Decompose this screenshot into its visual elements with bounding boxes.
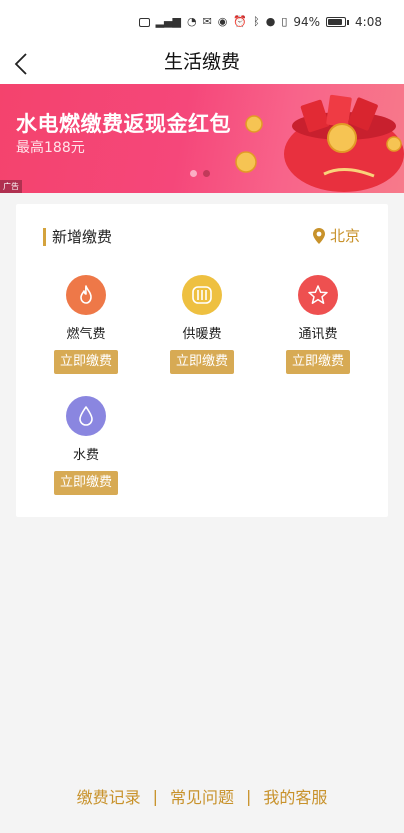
location-icon: ● [265,15,276,28]
back-button[interactable] [6,48,36,80]
location-pin-icon [312,227,325,244]
flame-icon [66,275,106,315]
pay-now-button[interactable]: 立即缴费 [286,350,350,374]
banner-pager [190,170,210,177]
bill-item-label: 燃气费 [66,327,106,342]
card-header: 新增缴费 [43,226,112,247]
radiator-icon [182,275,222,315]
mail-icon: ✉ [202,15,212,28]
water-drop-icon [66,396,106,436]
bill-item-telecom[interactable]: 通讯费 立即缴费 [273,275,363,374]
banner-subtitle: 最高188元 [16,140,85,156]
faq-link[interactable]: 常见问题 [170,784,234,808]
hd-icon [138,17,150,27]
star-icon [298,275,338,315]
bill-item-label: 水费 [72,448,99,463]
bill-item-water[interactable]: 水费 立即缴费 [41,396,131,495]
separator: | [152,786,158,806]
customer-service-link[interactable]: 我的客服 [263,784,327,808]
card-title: 新增缴费 [52,228,113,246]
alarm-icon: ⏰ [233,15,248,28]
eye-icon: ◉ [217,15,228,28]
promo-banner[interactable]: 水电燃缴费返现金红包 最高188元 广告 [0,84,404,193]
wifi-icon: ◔ [186,15,197,28]
nav-bar: 生活缴费 [0,44,404,84]
pay-now-button[interactable]: 立即缴费 [54,350,118,374]
banner-title: 水电燃缴费返现金红包 [16,112,231,136]
pager-dot[interactable] [190,170,197,177]
battery-icon [326,17,350,27]
bill-item-label: 供暖费 [182,327,222,342]
battery-percent: 94% [293,15,321,29]
pay-now-button[interactable]: 立即缴费 [170,350,234,374]
clock: 4:08 [355,15,382,29]
ad-tag: 广告 [0,180,22,193]
chevron-left-icon [14,53,27,75]
bill-item-gas[interactable]: 燃气费 立即缴费 [41,275,131,374]
footer-links: 缴费记录 | 常见问题 | 我的客服 [0,783,404,809]
city-selector[interactable]: 北京 [312,225,360,246]
accent-bar [43,227,46,246]
pay-now-button[interactable]: 立即缴费 [54,471,118,495]
bill-item-label: 通讯费 [298,327,338,342]
page-title: 生活缴费 [163,51,240,73]
status-bar: ▂▄▆ ◔ ✉ ◉ ⏰ ᛒ ● ▯ 94% 4:08 [0,0,404,44]
separator: | [246,786,252,806]
red-envelope-illustration [235,94,404,192]
bill-item-heating[interactable]: 供暖费 立即缴费 [157,275,247,374]
payment-history-link[interactable]: 缴费记录 [77,784,141,808]
signal-icon: ▂▄▆ [155,15,181,28]
pager-dot-active[interactable] [203,170,210,177]
city-label: 北京 [329,227,360,245]
bluetooth-icon: ᛒ [253,15,260,28]
add-payment-card: 新增缴费 北京 燃气费 立即缴费 供暖费 立即缴费 通讯费 立即缴费 水费 立即… [16,204,388,517]
vibrate-icon: ▯ [281,15,288,28]
